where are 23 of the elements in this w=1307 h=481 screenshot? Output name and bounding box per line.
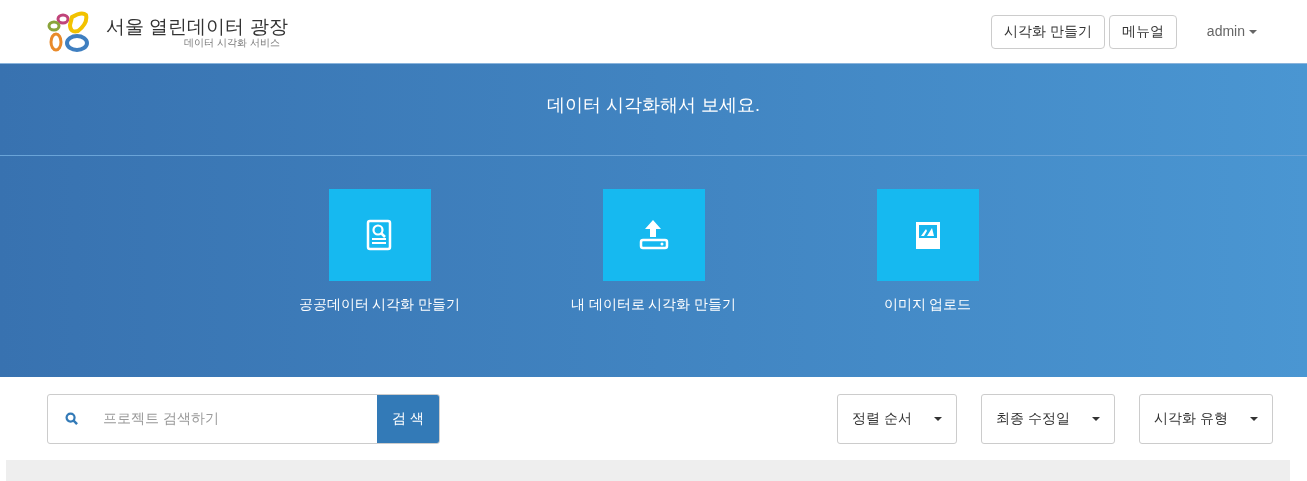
- dropdown-button[interactable]: 정렬 순서: [837, 393, 958, 444]
- banner-title: 데이터 시각화해서 보세요.: [547, 94, 760, 117]
- header-button[interactable]: 메뉴얼: [1108, 14, 1177, 49]
- action-tile[interactable]: [876, 189, 979, 281]
- action-tile[interactable]: [602, 189, 705, 281]
- search-field[interactable]: 프로젝트 검색하기 검 색: [47, 393, 440, 444]
- search-button[interactable]: 검 색: [377, 394, 439, 443]
- action-label[interactable]: 공공데이터 시각화 만들기: [298, 294, 461, 315]
- dropdown-button[interactable]: 시각화 유형: [1139, 393, 1273, 444]
- dropdown-button[interactable]: 최종 수정일: [981, 393, 1116, 444]
- brand-subtitle: 데이터 시각화 서비스: [184, 38, 281, 49]
- search-icon: [65, 412, 78, 425]
- brand-name: 서울 열린데이터 광장: [106, 14, 288, 38]
- header-button[interactable]: 시각화 만들기: [990, 14, 1105, 49]
- action-label[interactable]: 내 데이터로 시각화 만들기: [570, 294, 737, 315]
- action-tile[interactable]: [328, 189, 431, 281]
- caret-icon: [934, 416, 943, 421]
- caret-icon: [1249, 29, 1257, 34]
- caret-icon: [1250, 416, 1258, 421]
- user-menu[interactable]: admin: [1206, 21, 1257, 42]
- caret-icon: [1092, 416, 1101, 421]
- action-label[interactable]: 이미지 업로드: [883, 294, 972, 315]
- upload-icon: [638, 219, 669, 251]
